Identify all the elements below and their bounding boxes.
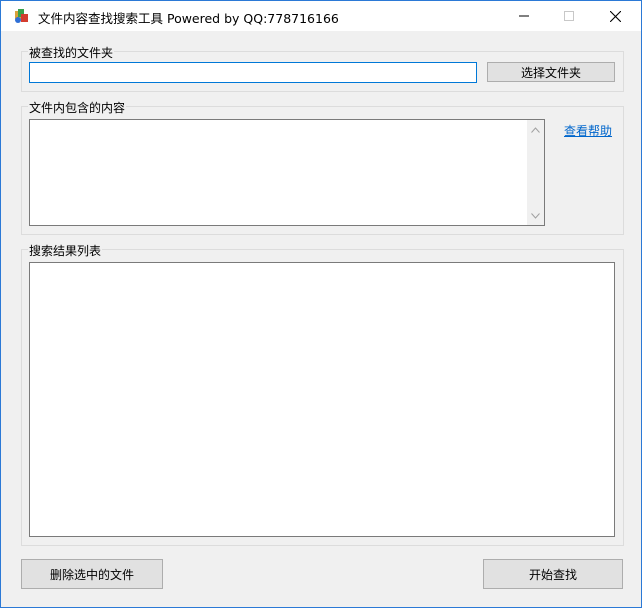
results-list[interactable] [29, 262, 615, 537]
title-bar[interactable]: 文件内容查找搜索工具 Powered by QQ:778716166 [1, 1, 641, 31]
content-textarea[interactable] [29, 119, 545, 226]
app-icon [14, 8, 30, 24]
folder-path-input[interactable] [29, 62, 477, 83]
scroll-up-icon [531, 126, 540, 133]
maximize-icon [564, 11, 574, 21]
scroll-up-button[interactable] [527, 121, 544, 138]
window-title: 文件内容查找搜索工具 Powered by QQ:778716166 [38, 11, 339, 26]
delete-selected-button[interactable]: 删除选中的文件 [21, 559, 163, 589]
app-window: 文件内容查找搜索工具 Powered by QQ:778716166 被查找的文… [0, 0, 642, 608]
content-scrollbar[interactable] [527, 120, 544, 225]
select-folder-button[interactable]: 选择文件夹 [487, 62, 615, 82]
scroll-down-icon [531, 212, 540, 219]
minimize-button[interactable] [501, 1, 547, 31]
start-search-button[interactable]: 开始查找 [483, 559, 623, 589]
folder-group-label: 被查找的文件夹 [28, 44, 115, 61]
scroll-down-button[interactable] [527, 207, 544, 224]
close-button[interactable] [592, 1, 638, 31]
delete-selected-button-label: 删除选中的文件 [49, 567, 134, 582]
maximize-button[interactable] [546, 1, 592, 31]
select-folder-button-label: 选择文件夹 [520, 65, 581, 80]
content-group-label: 文件内包含的内容 [28, 99, 127, 116]
results-group-label: 搜索结果列表 [28, 242, 103, 259]
minimize-icon [519, 15, 529, 17]
start-search-button-label: 开始查找 [528, 567, 577, 582]
help-link[interactable]: 查看帮助 [564, 122, 612, 139]
close-icon [609, 10, 621, 22]
